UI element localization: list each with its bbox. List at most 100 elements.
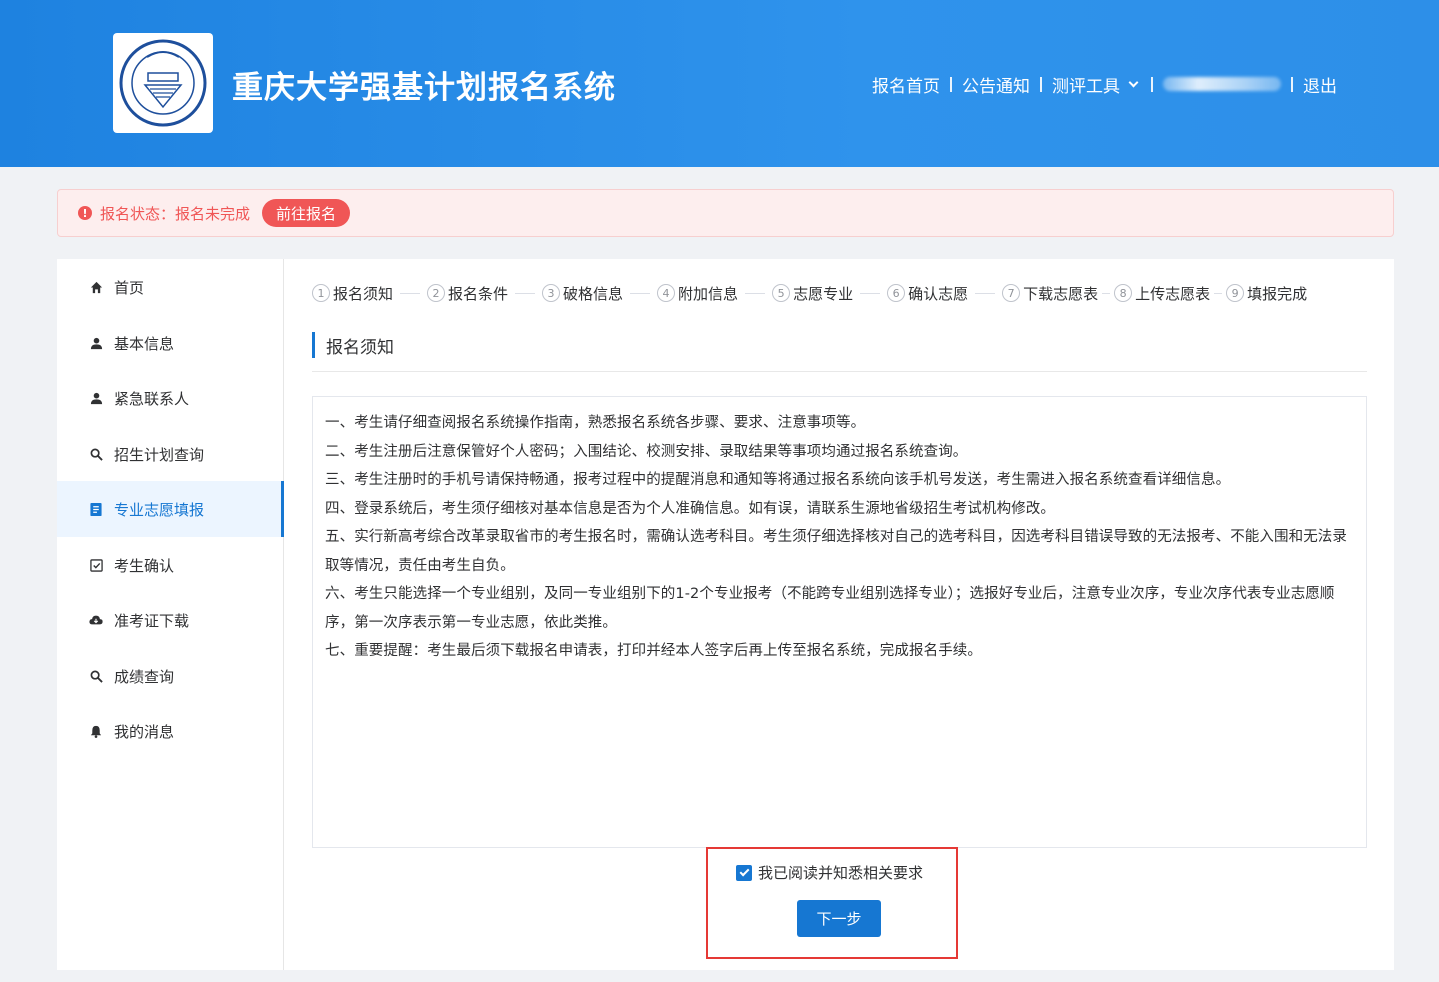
step-label: 破格信息 <box>563 284 624 303</box>
logout-link[interactable]: 退出 <box>1303 72 1337 97</box>
chevron-down-icon[interactable] <box>1128 77 1139 87</box>
step-number: 8 <box>1114 284 1133 302</box>
step-progress: 1 报名须知 2 报名条件 3 破格信息 4 附加信息 5 志愿专业 6 确认志愿 7 下载志… <box>312 281 1367 305</box>
step-connector <box>745 292 766 294</box>
step-label: 志愿专业 <box>793 284 854 303</box>
divider <box>312 371 1367 372</box>
step-2: 2 报名条件 <box>427 283 508 304</box>
step-connector <box>1102 292 1111 294</box>
registration-status-bar: ! 报名状态：报名未完成 前往报名 <box>57 189 1394 237</box>
agree-checkbox-row[interactable]: 我已阅读并知悉相关要求 <box>736 862 923 883</box>
sidebar-item-emergency-contact[interactable]: 紧急联系人 <box>57 370 284 426</box>
sidebar-item-label: 准考证下载 <box>114 611 190 630</box>
step-number: 7 <box>1002 284 1021 302</box>
nav-separator <box>950 76 952 92</box>
step-connector <box>1214 292 1223 294</box>
sidebar-item-score-query[interactable]: 成绩查询 <box>57 648 284 704</box>
notice-paragraph: 六、考生只能选择一个专业组别，及同一专业组别下的1-2个专业报考（不能跨专业组别… <box>325 586 1335 631</box>
nav-home-link[interactable]: 报名首页 <box>872 72 940 97</box>
step-label: 附加信息 <box>678 284 739 303</box>
check-square-icon <box>89 558 103 572</box>
user-icon <box>89 391 103 405</box>
nav-separator <box>1151 76 1153 92</box>
sidebar-item-major-application[interactable]: 专业志愿填报 <box>57 481 284 537</box>
sidebar-item-label: 考生确认 <box>114 556 175 575</box>
top-nav: 报名首页 公告通知 测评工具 退出 <box>872 71 1337 97</box>
sidebar-item-label: 我的消息 <box>114 722 175 741</box>
step-number: 9 <box>1226 284 1245 302</box>
user-icon <box>89 336 103 350</box>
step-connector <box>630 292 651 294</box>
step-connector <box>515 292 536 294</box>
sidebar-item-label: 成绩查询 <box>114 667 175 686</box>
notice-paragraph: 一、考生请仔细查阅报名系统操作指南，熟悉报名系统各步骤、要求、注意事项等。 <box>325 415 866 431</box>
home-icon <box>89 280 103 294</box>
confirm-highlight-box: 我已阅读并知悉相关要求 下一步 <box>706 847 958 959</box>
check-icon <box>739 866 749 877</box>
sidebar-item-plan-query[interactable]: 招生计划查询 <box>57 426 284 482</box>
agree-checkbox[interactable] <box>736 864 752 881</box>
step-1: 1 报名须知 <box>312 283 393 304</box>
main-panel: 首页 基本信息 紧急联系人 招生计划查询 专业志愿填报 考生确认 准考证下载 成… <box>57 259 1394 970</box>
sidebar-item-label: 招生计划查询 <box>114 445 205 464</box>
step-7: 7 下载志愿表 <box>1002 283 1098 304</box>
notice-box: 一、考生请仔细查阅报名系统操作指南，熟悉报名系统各步骤、要求、注意事项等。 二、… <box>312 396 1367 848</box>
notice-paragraph: 五、实行新高考综合改革录取省市的考生报名时，需确认选考科目。考生须仔细选择核对自… <box>325 529 1347 574</box>
next-step-button[interactable]: 下一步 <box>797 900 881 937</box>
sidebar-item-candidate-confirm[interactable]: 考生确认 <box>57 537 284 593</box>
cloud-download-icon <box>89 613 103 627</box>
sidebar-item-label: 紧急联系人 <box>114 389 190 408</box>
status-text: 报名状态：报名未完成 <box>100 204 251 223</box>
step-4: 4 附加信息 <box>657 283 738 304</box>
sidebar-item-basic-info[interactable]: 基本信息 <box>57 315 284 371</box>
step-connector <box>860 292 881 294</box>
step-number: 6 <box>887 284 906 302</box>
step-number: 2 <box>427 284 446 302</box>
user-name-blurred[interactable] <box>1163 77 1281 91</box>
step-label: 填报完成 <box>1247 284 1308 303</box>
step-5: 5 志愿专业 <box>772 283 853 304</box>
search-icon <box>89 447 103 461</box>
sidebar-item-label: 专业志愿填报 <box>114 500 205 519</box>
notice-paragraph: 二、考生注册后注意保管好个人密码；入围结论、校测安排、录取结果等事项均通过报名系… <box>325 443 968 460</box>
notice-paragraph: 七、重要提醒：考生最后须下载报名申请表，打印并经本人签字后再上传至报名系统，完成… <box>325 643 982 659</box>
nav-separator <box>1040 76 1042 92</box>
nav-notice-link[interactable]: 公告通知 <box>962 72 1030 97</box>
nav-separator <box>1291 76 1293 92</box>
step-number: 3 <box>542 284 561 302</box>
step-number: 4 <box>657 284 676 302</box>
step-label: 上传志愿表 <box>1135 284 1211 303</box>
step-label: 确认志愿 <box>908 284 969 303</box>
go-register-button[interactable]: 前往报名 <box>262 199 351 227</box>
agree-label: 我已阅读并知悉相关要求 <box>758 864 924 882</box>
search-icon <box>89 669 103 683</box>
bell-icon <box>89 724 103 738</box>
step-8: 8 上传志愿表 <box>1114 283 1210 304</box>
university-logo <box>113 33 213 133</box>
section-title: 报名须知 <box>312 332 394 358</box>
nav-tools-dropdown[interactable]: 测评工具 <box>1052 72 1120 97</box>
step-number: 1 <box>312 284 330 302</box>
step-connector <box>400 292 421 294</box>
sidebar-item-home[interactable]: 首页 <box>57 259 284 315</box>
step-number: 5 <box>772 284 791 302</box>
exclamation-circle-icon: ! <box>78 206 92 220</box>
sidebar-item-label: 首页 <box>114 278 145 297</box>
document-icon <box>89 502 103 516</box>
step-9: 9 填报完成 <box>1226 283 1307 304</box>
step-3: 3 破格信息 <box>542 283 623 304</box>
notice-paragraph: 三、考生注册时的手机号请保持畅通，报考过程中的提醒消息和通知等将通过报名系统向该… <box>325 472 1231 488</box>
sidebar: 首页 基本信息 紧急联系人 招生计划查询 专业志愿填报 考生确认 准考证下载 成… <box>57 259 284 970</box>
step-connector <box>975 292 996 294</box>
step-label: 下载志愿表 <box>1023 284 1099 303</box>
sidebar-item-label: 基本信息 <box>114 334 175 353</box>
step-label: 报名条件 <box>448 284 509 303</box>
step-6: 6 确认志愿 <box>887 283 968 304</box>
step-label: 报名须知 <box>333 284 394 303</box>
notice-paragraph: 四、登录系统后，考生须仔细核对基本信息是否为个人准确信息。如有误，请联系生源地省… <box>325 500 1055 517</box>
header: 重庆大学强基计划报名系统 报名首页 公告通知 测评工具 退出 <box>0 0 1439 167</box>
site-title: 重庆大学强基计划报名系统 <box>232 70 616 106</box>
content-area: 1 报名须知 2 报名条件 3 破格信息 4 附加信息 5 志愿专业 6 确认志愿 7 下载志… <box>312 259 1367 970</box>
sidebar-item-admission-ticket[interactable]: 准考证下载 <box>57 592 284 648</box>
sidebar-item-my-messages[interactable]: 我的消息 <box>57 703 284 759</box>
